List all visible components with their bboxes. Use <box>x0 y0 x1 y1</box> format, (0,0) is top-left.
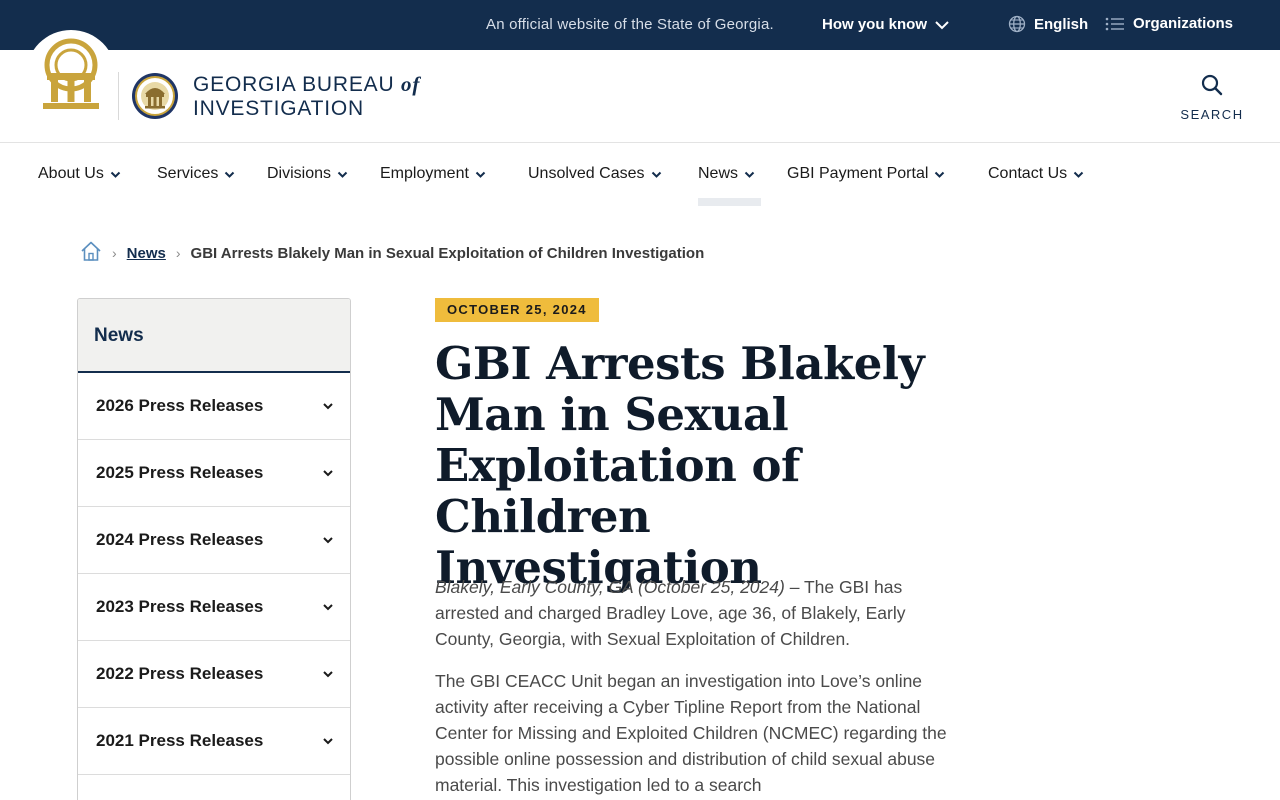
chevron-down-icon <box>323 671 333 678</box>
nav-label: News <box>698 165 739 182</box>
home-icon <box>81 241 101 261</box>
chevron-down-icon <box>110 171 121 178</box>
sidebar-item-label: 2023 Press Releases <box>96 597 264 616</box>
brand-line-2: INVESTIGATION <box>193 97 365 120</box>
official-banner: An official website of the State of Geor… <box>0 0 1280 50</box>
active-nav-indicator <box>698 198 761 206</box>
chevron-down-icon <box>935 20 949 29</box>
site-title[interactable]: GEORGIA BUREAU of INVESTIGATION <box>193 72 420 121</box>
organizations-menu[interactable]: Organizations <box>1105 15 1233 32</box>
chevron-down-icon <box>323 604 333 611</box>
brand-of: of <box>401 72 421 96</box>
nav-label: Contact Us <box>988 165 1068 182</box>
breadcrumb: › News › GBI Arrests Blakely Man in Sexu… <box>80 240 704 266</box>
chevron-down-icon <box>323 470 333 477</box>
sidebar-item-2025[interactable]: 2025 Press Releases <box>78 440 350 507</box>
language-selector[interactable]: English <box>1008 15 1088 33</box>
nav-about-us[interactable]: About Us <box>38 165 121 183</box>
nav-label: Unsolved Cases <box>528 165 645 182</box>
article-dateline: Blakely, Early County, GA (October 25, 2… <box>435 577 785 597</box>
nav-label: Employment <box>380 165 469 182</box>
chevron-down-icon <box>935 171 945 178</box>
how-you-know-label: How you know <box>822 16 927 33</box>
chevron-down-icon <box>323 403 333 410</box>
brand-line-1: GEORGIA BUREAU of <box>193 72 420 97</box>
article-title: GBI Arrests Blakely Man in Sexual Exploi… <box>435 337 925 594</box>
globe-icon <box>1008 15 1026 33</box>
nav-divisions[interactable]: Divisions <box>267 165 348 183</box>
search-label: SEARCH <box>1180 107 1244 122</box>
chevron-down-icon <box>323 738 333 745</box>
sidebar-item-2021[interactable]: 2021 Press Releases <box>78 708 350 775</box>
nav-gbi-payment-portal[interactable]: GBI Payment Portal <box>787 165 945 183</box>
nav-employment[interactable]: Employment <box>380 165 486 183</box>
search-icon <box>1201 74 1223 96</box>
breadcrumb-separator: › <box>112 245 117 261</box>
chevron-down-icon <box>1073 171 1084 178</box>
chevron-down-icon <box>651 171 661 178</box>
gbi-badge-icon <box>132 73 178 119</box>
sidebar-item-label: 2025 Press Releases <box>96 463 264 482</box>
article-date-badge: OCTOBER 25, 2024 <box>435 298 599 322</box>
breadcrumb-news-link[interactable]: News <box>127 245 166 262</box>
breadcrumb-home[interactable] <box>80 240 102 266</box>
sidebar-item-label: 2021 Press Releases <box>96 731 264 750</box>
nav-news[interactable]: News <box>698 165 755 183</box>
sidebar-item-2024[interactable]: 2024 Press Releases <box>78 507 350 574</box>
chevron-down-icon <box>337 171 348 178</box>
sidebar-item-label: 2022 Press Releases <box>96 664 264 683</box>
sidebar-heading: News <box>78 299 350 373</box>
nav-label: GBI Payment Portal <box>787 165 929 182</box>
chevron-down-icon <box>475 171 486 178</box>
article-paragraph-2: The GBI CEACC Unit began an investigatio… <box>435 671 947 795</box>
chevron-down-icon <box>744 171 755 178</box>
nav-label: Services <box>157 165 219 182</box>
nav-label: Divisions <box>267 165 332 182</box>
sidebar-item-2022[interactable]: 2022 Press Releases <box>78 641 350 708</box>
official-website-text: An official website of the State of Geor… <box>486 16 774 33</box>
main-navigation: About Us Services Divisions Employment U… <box>0 143 1280 206</box>
sidebar-item-2026[interactable]: 2026 Press Releases <box>78 373 350 440</box>
nav-contact-us[interactable]: Contact Us <box>988 165 1084 183</box>
article-paragraph-1: Blakely, Early County, GA (October 25, 2… <box>435 574 955 652</box>
language-label: English <box>1034 15 1089 33</box>
georgia-arch-icon <box>43 38 99 109</box>
nav-label: About Us <box>38 165 104 182</box>
news-sidebar: News 2026 Press Releases 2025 Press Rele… <box>77 298 351 800</box>
organizations-label: Organizations <box>1133 15 1234 32</box>
site-header: GEORGIA BUREAU of INVESTIGATION SEARCH <box>0 30 1280 143</box>
chevron-down-icon <box>323 537 333 544</box>
list-icon <box>1105 17 1124 30</box>
gbi-seal[interactable] <box>131 70 179 127</box>
sidebar-item-label: 2024 Press Releases <box>96 530 264 549</box>
georgia-state-logo[interactable] <box>26 30 116 120</box>
how-you-know-toggle[interactable]: How you know <box>822 16 949 33</box>
nav-services[interactable]: Services <box>157 165 235 183</box>
chevron-down-icon <box>225 171 235 178</box>
breadcrumb-current: GBI Arrests Blakely Man in Sexual Exploi… <box>190 244 705 262</box>
sidebar-item-label: 2026 Press Releases <box>96 396 264 415</box>
sidebar-item-2023[interactable]: 2023 Press Releases <box>78 574 350 641</box>
brand-line-1-text: GEORGIA BUREAU <box>193 73 402 96</box>
search-button[interactable]: SEARCH <box>1180 74 1244 122</box>
breadcrumb-separator: › <box>175 245 181 261</box>
logo-divider <box>118 72 119 120</box>
nav-unsolved-cases[interactable]: Unsolved Cases <box>528 165 662 183</box>
